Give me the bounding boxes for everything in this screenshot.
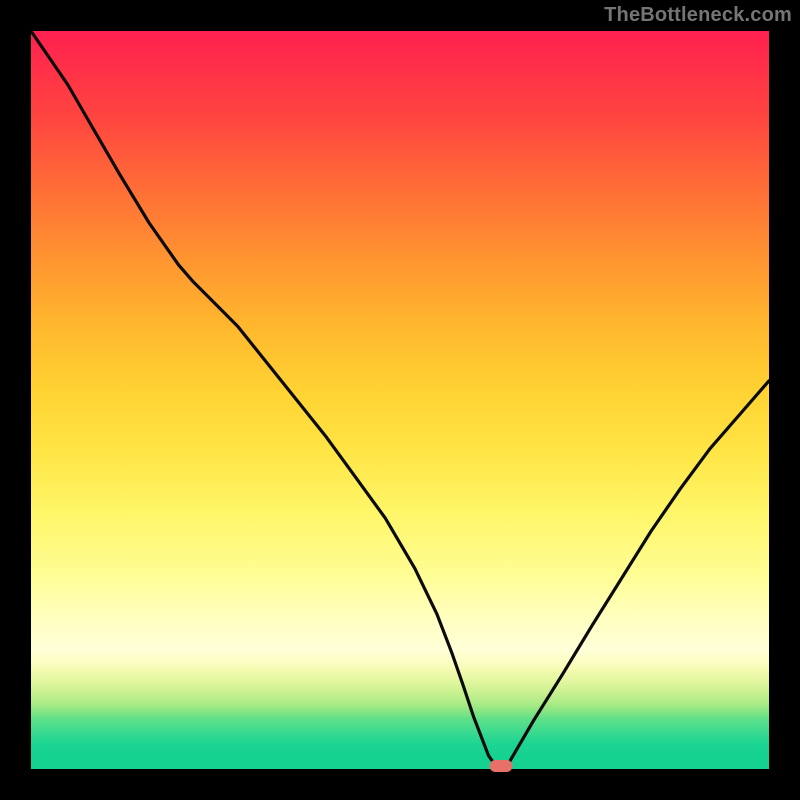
curve-path (31, 31, 769, 766)
bottleneck-curve (31, 31, 769, 769)
chart-outer: TheBottleneck.com (0, 0, 800, 800)
plot-area (31, 31, 769, 769)
sweet-spot-marker (490, 760, 513, 772)
attribution-label: TheBottleneck.com (604, 4, 792, 27)
